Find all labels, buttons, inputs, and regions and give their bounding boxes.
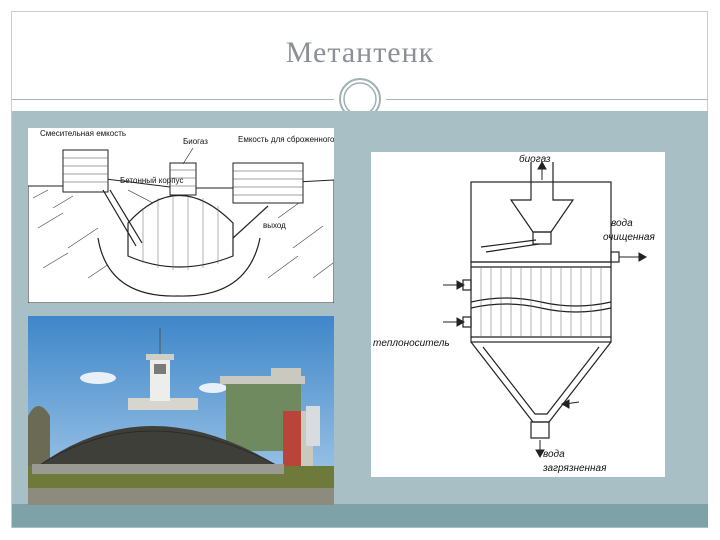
label-clean-water-line2: очищенная (603, 232, 655, 243)
label-mixing-tank: Смесительная емкость (40, 129, 126, 138)
title-divider-left (12, 99, 334, 100)
label-dirty-water-line1: вода (543, 449, 565, 460)
title-divider-right (386, 99, 708, 100)
label-dirty-water-line2: загрязненная (542, 463, 607, 474)
label-outlet: выход (263, 221, 286, 230)
slide: Метантенк Смесительная емкость Биогаз Ем… (0, 0, 720, 540)
label-biogas-left: Биогаз (183, 137, 208, 146)
digester-cross-section-drawing: Смесительная емкость Биогаз Емкость для … (28, 128, 334, 303)
label-biogas-right: биогаз (519, 153, 551, 165)
label-clean-water-line1: вода (611, 218, 633, 229)
digester-photo (28, 316, 334, 505)
label-concrete-body: Бетонный корпус (120, 176, 183, 185)
bottom-bar (12, 504, 708, 527)
label-heat-carrier: теплоноситель (373, 338, 450, 349)
slide-title: Метантенк (285, 36, 435, 69)
digester-technical-drawing: биогаз вода очищенная теплоноситель вода… (371, 152, 665, 477)
label-residue-tank: Емкость для сброженного остатка (238, 135, 334, 144)
